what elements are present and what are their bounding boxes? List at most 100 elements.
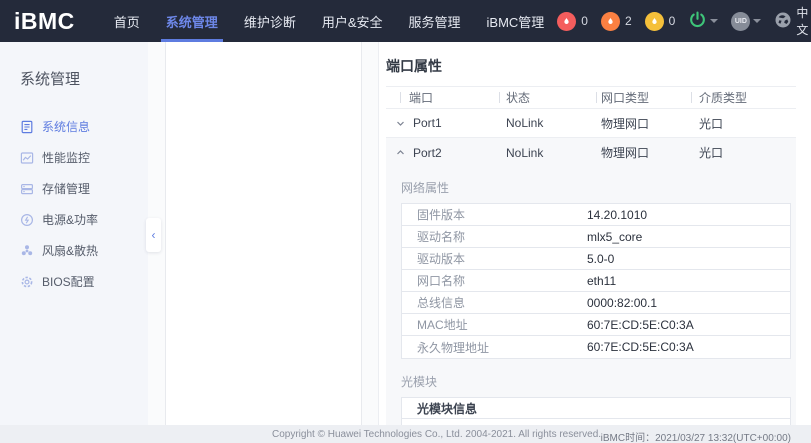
power-control-button[interactable]: [688, 10, 718, 32]
collapse-chevron-icon: ‹: [152, 228, 156, 242]
copyright-text: Copyright © Huawei Technologies Co., Ltd…: [272, 429, 601, 440]
minor-alarm-flame-icon: [645, 12, 664, 31]
storage-icon: [20, 182, 34, 196]
port-status: NoLink: [499, 146, 596, 160]
sidebar-item-label: BIOS配置: [42, 273, 95, 290]
power-supply-icon: [20, 213, 34, 227]
property-value: 60:7E:CD:5E:C0:3A: [587, 340, 694, 354]
language-selector[interactable]: 中文: [774, 4, 811, 38]
ibmc-app: iBMC 首页 系统管理 维护诊断 用户&安全 服务管理 iBMC管理 0 2: [0, 0, 811, 443]
globe-icon: [774, 11, 792, 32]
nav-item-user-security[interactable]: 用户&安全: [309, 0, 396, 42]
sidebar-item-performance[interactable]: 性能监控: [0, 142, 148, 173]
fan-icon: [20, 244, 34, 258]
header-toolbar: 0 2 0: [557, 4, 811, 38]
table-row: 总线信息 0000:82:00.1: [402, 292, 790, 314]
port-status: NoLink: [499, 116, 596, 130]
property-label: 驱动版本: [402, 250, 587, 267]
column-header-status: 状态: [499, 89, 596, 106]
property-label: 网口名称: [402, 272, 587, 289]
performance-chart-icon: [20, 151, 34, 165]
property-label: MAC地址: [402, 316, 587, 333]
nav-item-home[interactable]: 首页: [101, 0, 153, 42]
sidebar-item-power[interactable]: 电源&功率: [0, 204, 148, 235]
table-row: 固件版本 14.20.1010: [402, 204, 790, 226]
ibmc-logo: iBMC: [14, 8, 75, 35]
property-value: 60:7E:CD:5E:C0:3A: [587, 318, 694, 332]
bios-gear-icon: [20, 275, 34, 289]
media-type: 光口: [691, 144, 796, 161]
uid-icon: UID: [731, 12, 750, 31]
property-value: 14.20.1010: [587, 208, 647, 222]
major-alarm-button[interactable]: 2: [601, 12, 632, 31]
network-properties-title: 网络属性: [401, 179, 791, 196]
page-title: 端口属性: [386, 56, 811, 76]
port-name: Port2: [413, 146, 442, 160]
property-value: mlx5_core: [587, 230, 642, 244]
property-label: 永久物理地址: [402, 339, 587, 356]
system-info-icon: [20, 120, 34, 134]
property-value: eth11: [587, 274, 616, 288]
network-properties-table: 固件版本 14.20.1010 驱动名称 mlx5_core 驱动版本 5.0-…: [401, 203, 791, 359]
port-table-header: 端口 状态 网口类型 介质类型: [386, 86, 796, 109]
port-name: Port1: [413, 116, 442, 130]
property-value: 0000:82:00.1: [587, 296, 657, 310]
column-header-port: 端口: [386, 89, 499, 106]
property-label: 总线信息: [402, 294, 587, 311]
critical-alarm-button[interactable]: 0: [557, 12, 588, 31]
nav-item-ibmc-management[interactable]: iBMC管理: [474, 0, 558, 42]
main-nav: 首页 系统管理 维护诊断 用户&安全 服务管理 iBMC管理: [101, 0, 558, 42]
minor-alarm-button[interactable]: 0: [645, 12, 676, 31]
property-value: 5.0-0: [587, 252, 614, 266]
port-properties-panel: 端口属性 端口 状态 网口类型 介质类型 Port1 NoLink 物理网口 光…: [378, 42, 811, 425]
property-label: 固件版本: [402, 206, 587, 223]
sidebar-collapse-button[interactable]: ‹: [146, 218, 161, 252]
media-type: 光口: [691, 115, 796, 132]
table-row: 网口名称 eth11: [402, 270, 790, 292]
port-type: 物理网口: [596, 144, 691, 161]
table-row-port1[interactable]: Port1 NoLink 物理网口 光口: [386, 109, 796, 138]
chevron-down-icon: [753, 19, 761, 23]
table-row: 驱动版本 5.0-0: [402, 248, 790, 270]
uid-indicator-button[interactable]: UID: [731, 12, 761, 31]
critical-alarm-count: 0: [581, 14, 588, 28]
property-label: 驱动名称: [402, 228, 587, 245]
nav-item-service-management[interactable]: 服务管理: [396, 0, 474, 42]
major-alarm-flame-icon: [601, 12, 620, 31]
sidebar: 系统管理 系统信息 性能监控 存储管理: [0, 42, 148, 425]
sidebar-item-label: 性能监控: [42, 149, 90, 166]
optical-module-info-header: 光模块信息: [402, 398, 790, 419]
chevron-down-icon: [710, 19, 718, 23]
critical-alarm-flame-icon: [557, 12, 576, 31]
table-row: 永久物理地址 60:7E:CD:5E:C0:3A: [402, 336, 790, 358]
expand-chevron-icon[interactable]: [395, 118, 406, 129]
port2-detail-section: 网络属性 固件版本 14.20.1010 驱动名称 mlx5_core 驱动版本…: [386, 167, 796, 425]
language-label: 中文: [796, 4, 808, 38]
sidebar-item-label: 电源&功率: [42, 211, 98, 228]
sidebar-item-label: 风扇&散热: [42, 242, 98, 259]
power-icon: [688, 10, 707, 32]
optical-module-title: 光模块: [401, 373, 791, 390]
table-row: 驱动名称 mlx5_core: [402, 226, 790, 248]
sidebar-item-storage[interactable]: 存储管理: [0, 173, 148, 204]
nav-item-maintenance-diagnosis[interactable]: 维护诊断: [231, 0, 309, 42]
nav-item-system-management[interactable]: 系统管理: [153, 0, 231, 42]
sidebar-item-bios[interactable]: BIOS配置: [0, 266, 148, 297]
sidebar-menu: 系统信息 性能监控 存储管理 电源&功率: [0, 111, 148, 297]
minor-alarm-count: 0: [669, 14, 676, 28]
major-alarm-count: 2: [625, 14, 632, 28]
top-header: iBMC 首页 系统管理 维护诊断 用户&安全 服务管理 iBMC管理 0 2: [0, 0, 811, 42]
table-row-port2[interactable]: Port2 NoLink 物理网口 光口: [386, 138, 796, 167]
sidebar-item-label: 系统信息: [42, 118, 90, 135]
secondary-panel: [165, 42, 362, 425]
optical-module-table: 光模块信息 厂商 WTD 序列号 HN205200110043: [401, 397, 791, 425]
sidebar-item-system-info[interactable]: 系统信息: [0, 111, 148, 142]
column-header-port-type: 网口类型: [596, 89, 691, 106]
table-row: MAC地址 60:7E:CD:5E:C0:3A: [402, 314, 790, 336]
sidebar-item-fan[interactable]: 风扇&散热: [0, 235, 148, 266]
collapse-chevron-icon[interactable]: [395, 147, 406, 158]
sidebar-title: 系统管理: [0, 42, 148, 89]
ibmc-time: iBMC时间：2021/03/27 13:32(UTC+00:00): [601, 429, 791, 443]
sidebar-item-label: 存储管理: [42, 180, 90, 197]
port-type: 物理网口: [596, 115, 691, 132]
